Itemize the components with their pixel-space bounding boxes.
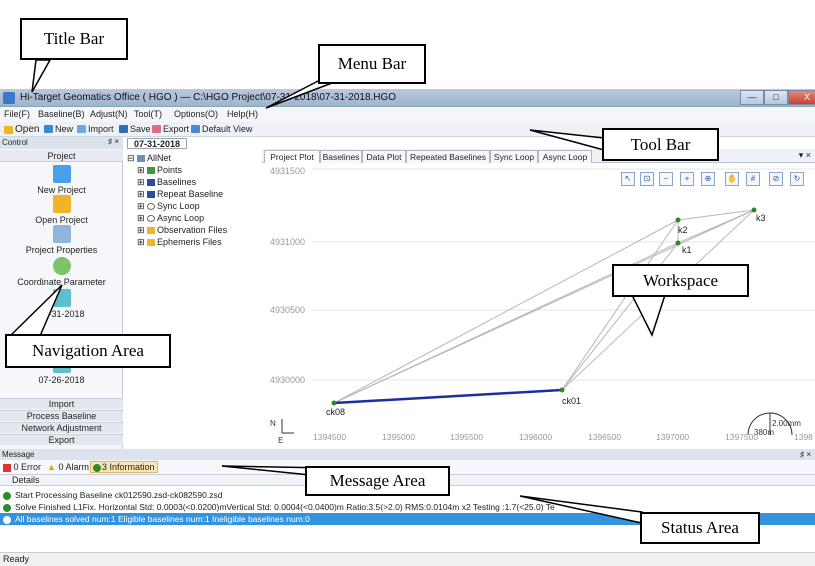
callout-workspace: Workspace [612, 264, 749, 297]
callout-tool-bar: Tool Bar [602, 128, 719, 161]
callout-message-area: Message Area [305, 466, 450, 496]
callout-navigation-area: Navigation Area [5, 334, 171, 368]
callout-status-area: Status Area [640, 512, 760, 544]
callout-title-bar: Title Bar [20, 18, 128, 60]
callout-menu-bar: Menu Bar [318, 44, 426, 84]
